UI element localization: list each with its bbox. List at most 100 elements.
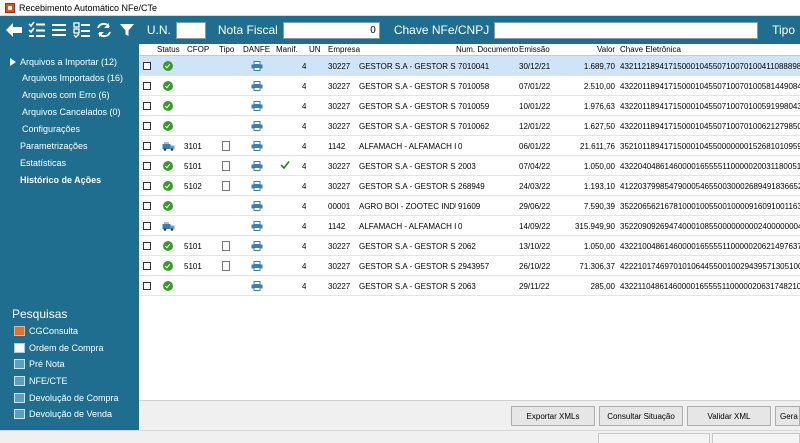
consultar-situacao-button[interactable]: Consultar Situação: [599, 406, 683, 426]
printer-icon[interactable]: [251, 121, 263, 131]
row-checkbox[interactable]: [143, 222, 151, 230]
exportar-xmls-button[interactable]: Exportar XMLs: [511, 406, 595, 426]
pesquisa-pre-nota[interactable]: Pré Nota: [14, 359, 65, 369]
col-header-emissao[interactable]: Emissão: [519, 45, 550, 54]
printer-icon[interactable]: [251, 201, 263, 211]
col-header-cfop[interactable]: CFOP: [187, 45, 209, 54]
gerar-button[interactable]: Gera: [775, 406, 800, 426]
printer-icon[interactable]: [251, 241, 263, 251]
table-row[interactable]: 5102 4 30227 GESTOR S.A - GESTOR S.A. 268949…: [139, 176, 800, 196]
cell-num-documento: 7010041: [458, 62, 490, 71]
cell-empresa: GESTOR S.A - GESTOR S.A.: [359, 182, 456, 191]
printer-icon[interactable]: [251, 181, 263, 191]
printer-icon[interactable]: [251, 221, 263, 231]
document-icon: [14, 376, 25, 386]
cell-empresa: GESTOR S.A - GESTOR S.A.: [359, 82, 456, 91]
back-arrow-icon[interactable]: [4, 19, 24, 41]
list-filter-icon[interactable]: [71, 19, 91, 41]
chave-input[interactable]: [494, 21, 759, 39]
pesquisa-cgconsulta[interactable]: CGConsulta: [14, 326, 78, 336]
table-row[interactable]: 4 30227 GESTOR S.A - GESTOR S.A. 7010058 07/…: [139, 76, 800, 96]
printer-icon[interactable]: [251, 61, 263, 71]
col-header-chave[interactable]: Chave Eletrônica: [620, 45, 681, 54]
checklist-icon[interactable]: [26, 19, 46, 41]
funnel-icon[interactable]: [116, 19, 136, 41]
pesquisa-nfe-cte[interactable]: NFE/CTE: [14, 376, 68, 386]
table-row[interactable]: 5101 4 30227 GESTOR S.A - GESTOR S.A. 294395…: [139, 256, 800, 276]
printer-icon[interactable]: [251, 141, 263, 151]
cell-emissao: 07/01/22: [519, 82, 551, 91]
sidebar-item-historico[interactable]: Histórico de Ações: [20, 175, 101, 185]
cell-valor: 1.050,00: [583, 162, 615, 171]
table-row[interactable]: 4 30227 GESTOR S.A - GESTOR S.A. 2063 29/11/…: [139, 276, 800, 296]
validar-xml-button[interactable]: Validar XML: [687, 406, 771, 426]
sidebar-item-arquivos-erro[interactable]: Arquivos com Erro (6): [22, 90, 110, 100]
cell-valor: 285,00: [590, 282, 615, 291]
row-checkbox[interactable]: [143, 242, 151, 250]
printer-icon[interactable]: [251, 261, 263, 271]
printer-icon[interactable]: [251, 161, 263, 171]
table-row[interactable]: 3101 4 1142 ALFAMACH - ALFAMACH IMI 0 06/01/2…: [139, 136, 800, 156]
col-header-danfe[interactable]: DANFE: [243, 45, 270, 54]
cell-num-documento: 2063: [458, 282, 476, 291]
row-checkbox[interactable]: [143, 122, 151, 130]
document-icon: [222, 141, 230, 151]
row-checkbox[interactable]: [143, 182, 151, 190]
refresh-icon[interactable]: [94, 19, 114, 41]
printer-icon[interactable]: [251, 281, 263, 291]
un-input[interactable]: [175, 21, 206, 39]
list-icon[interactable]: [49, 19, 69, 41]
row-checkbox[interactable]: [143, 142, 151, 150]
status-ok-icon: [163, 201, 173, 211]
table-row[interactable]: 4 00001 AGRO BOI - ZOOTEC INDUS 91609 29/06/…: [139, 196, 800, 216]
cell-num-documento: 0: [458, 142, 463, 151]
col-header-manif[interactable]: Manif.: [276, 45, 298, 54]
table-row[interactable]: 4 1142 ALFAMACH - ALFAMACH IMI 0 14/09/22 315…: [139, 216, 800, 236]
col-header-empresa[interactable]: Empresa: [328, 45, 360, 54]
col-header-un[interactable]: UN: [309, 45, 321, 54]
sidebar-item-arquivos-importar[interactable]: Arquivos a Importar (12): [10, 57, 117, 67]
col-header-tipo[interactable]: Tipo: [219, 45, 234, 54]
status-ok-icon: [163, 241, 173, 251]
cell-emissao: 10/01/22: [519, 102, 551, 111]
cell-empresa: GESTOR S.A - GESTOR S.A.: [359, 262, 456, 271]
table-row[interactable]: 5101 4 30227 GESTOR S.A - GESTOR S.A. 2062 13…: [139, 236, 800, 256]
cell-emissao: 13/10/22: [519, 242, 551, 251]
sidebar-item-arquivos-cancelados[interactable]: Arquivos Cancelados (0): [22, 107, 121, 117]
col-header-status[interactable]: Status: [157, 45, 180, 54]
cell-empresa: GESTOR S.A - GESTOR S.A.: [359, 122, 456, 131]
pesquisa-devolucao-compra[interactable]: Devolução de Compra: [14, 393, 119, 403]
nota-fiscal-input[interactable]: [282, 21, 380, 39]
document-icon: [222, 181, 230, 191]
cell-empresa: GESTOR S.A - GESTOR S.A.: [359, 162, 456, 171]
row-checkbox[interactable]: [143, 82, 151, 90]
printer-icon[interactable]: [251, 81, 263, 91]
cell-empresa-codigo: 30227: [328, 162, 351, 171]
printer-icon[interactable]: [251, 101, 263, 111]
table-row[interactable]: 5101 4 30227 GESTOR S.A - GESTOR S.A. 2003 07…: [139, 156, 800, 176]
document-icon: [14, 359, 25, 369]
pesquisa-ordem-compra[interactable]: Ordem de Compra: [14, 343, 104, 353]
pesquisas-title: Pesquisas: [12, 307, 68, 321]
pesquisa-devolucao-venda[interactable]: Devolução de Venda: [14, 409, 112, 419]
sidebar-item-configuracoes[interactable]: Configurações: [22, 124, 80, 134]
table-row[interactable]: 4 30227 GESTOR S.A - GESTOR S.A. 7010041 30/…: [139, 56, 800, 76]
table-row[interactable]: 4 30227 GESTOR S.A - GESTOR S.A. 7010059 10/…: [139, 96, 800, 116]
row-checkbox[interactable]: [143, 262, 151, 270]
table-row[interactable]: 4 30227 GESTOR S.A - GESTOR S.A. 7010062 12/…: [139, 116, 800, 136]
cell-chave: 3521011894171500010455000000015268101095…: [620, 142, 800, 151]
col-header-valor[interactable]: Valor: [597, 45, 615, 54]
sidebar-item-arquivos-importados[interactable]: Arquivos Importados (16): [22, 73, 123, 83]
sidebar-item-parametrizacoes[interactable]: Parametrizações: [20, 141, 88, 151]
row-checkbox[interactable]: [143, 62, 151, 70]
row-checkbox[interactable]: [143, 202, 151, 210]
row-checkbox[interactable]: [143, 162, 151, 170]
col-header-num-documento[interactable]: Num. Documento: [456, 45, 518, 54]
sidebar-item-estatisticas[interactable]: Estatísticas: [20, 158, 66, 168]
cell-empresa: AGRO BOI - ZOOTEC INDUS: [359, 202, 456, 211]
row-checkbox[interactable]: [143, 102, 151, 110]
row-checkbox[interactable]: [143, 282, 151, 290]
cell-valor: 1.050,00: [583, 242, 615, 251]
cell-chave: 4322100486146000016555511000002062149763…: [620, 242, 800, 251]
cell-chave: 3522090926947400010855000000000240000000…: [620, 222, 800, 231]
